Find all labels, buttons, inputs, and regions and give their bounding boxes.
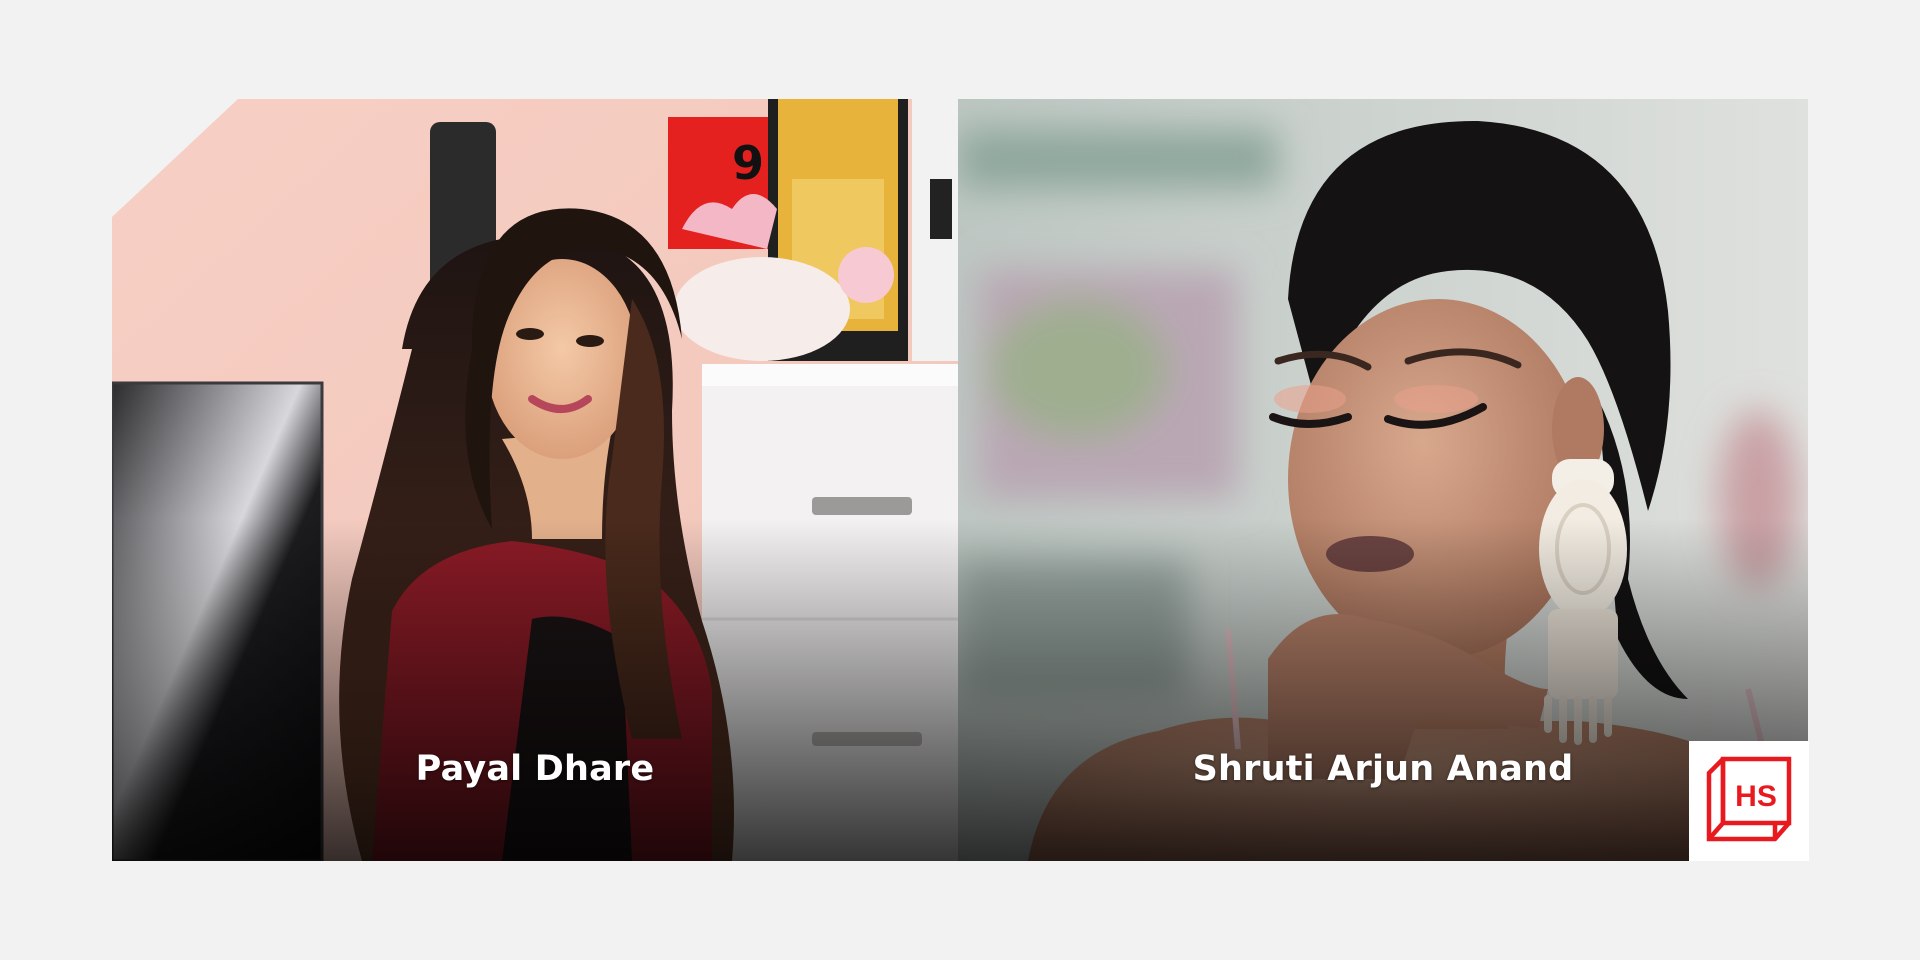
photo-shruti-arjun-anand: Shruti Arjun Anand — [958, 99, 1808, 861]
hs-logo: HS — [1689, 741, 1809, 861]
hs-logo-icon: HS — [1706, 756, 1792, 842]
photo-payal-dhare: 9 — [112, 99, 958, 861]
photo-shruti-arjun-anand-image — [958, 99, 1808, 861]
collage-canvas: 9 — [0, 0, 1920, 960]
caption-shruti-arjun-anand: Shruti Arjun Anand — [1192, 749, 1574, 789]
photo-payal-dhare-image: 9 — [112, 99, 958, 861]
photo-frame: 9 — [112, 99, 1808, 861]
caption-payal-dhare: Payal Dhare — [415, 749, 655, 789]
hs-logo-text: HS — [1735, 780, 1777, 813]
